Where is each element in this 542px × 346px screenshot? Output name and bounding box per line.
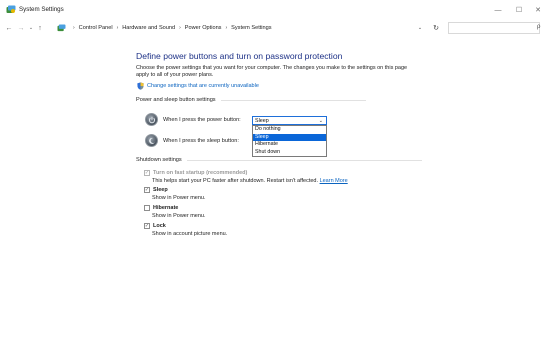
sleep-button-label: When I press the sleep button:	[163, 137, 239, 144]
power-button-icon	[145, 113, 158, 126]
breadcrumb-separator: ›	[179, 25, 181, 31]
breadcrumb-separator: ›	[116, 25, 119, 31]
shutdown-section-title: Shutdown settings	[136, 157, 182, 163]
fast-startup-description-row: This helps start your PC faster after sh…	[152, 178, 348, 184]
page-description: Choose the power settings that you want …	[136, 65, 408, 78]
page-title: Define power buttons and turn on passwor…	[136, 51, 343, 61]
control-panel-small-icon	[57, 24, 66, 32]
fast-startup-description: This helps start your PC faster after sh…	[152, 178, 319, 184]
hibernate-description: Show in Power menu.	[152, 213, 206, 219]
up-arrow-icon[interactable]: ↑	[35, 23, 45, 33]
chevron-down-icon: ⌄	[318, 118, 323, 124]
dropdown-option-hibernate[interactable]: Hibernate	[253, 141, 326, 149]
title-bar: System Settings — ☐ ✕	[0, 0, 542, 20]
power-button-label: When I press the power button:	[163, 116, 241, 123]
power-button-row: When I press the power button:	[145, 113, 241, 126]
address-dropdown-icon[interactable]: ⌄	[416, 24, 424, 32]
window-title: System Settings	[19, 6, 64, 13]
hibernate-label: Hibernate	[153, 205, 179, 211]
lock-row: ✓ Lock	[144, 223, 166, 229]
lock-label: Lock	[153, 223, 166, 229]
sleep-button-row: When I press the sleep button:	[145, 134, 239, 147]
power-button-action-value: Sleep	[255, 117, 269, 124]
search-icon[interactable]: ρ	[537, 24, 542, 32]
breadcrumb-power-options[interactable]: Power Options	[185, 25, 222, 31]
sleep-row: ✓ Sleep	[144, 187, 168, 193]
minimize-button[interactable]: —	[493, 5, 503, 15]
breadcrumb-system-settings[interactable]: System Settings	[231, 25, 271, 31]
breadcrumb-control-panel[interactable]: Control Panel	[79, 25, 113, 31]
close-button[interactable]: ✕	[533, 5, 542, 15]
sleep-label: Sleep	[153, 187, 168, 193]
learn-more-link[interactable]: Learn More	[320, 178, 348, 184]
shutdown-section-heading: Shutdown settings	[136, 156, 422, 164]
power-button-action-dropdown: Do nothing Sleep Hibernate Shut down	[252, 125, 327, 157]
fast-startup-label: Turn on fast startup (recommended)	[153, 170, 248, 176]
fast-startup-row: ✓ Turn on fast startup (recommended)	[144, 170, 247, 176]
maximize-button[interactable]: ☐	[514, 5, 524, 15]
section-divider	[186, 159, 422, 161]
fast-startup-checkbox[interactable]: ✓	[144, 170, 150, 176]
power-button-action-select[interactable]: Sleep ⌄	[252, 116, 327, 125]
hibernate-row: Hibernate	[144, 205, 178, 211]
breadcrumb: › Control Panel › Hardware and Sound › P…	[57, 23, 272, 33]
uac-shield-icon	[137, 82, 144, 90]
hibernate-checkbox[interactable]	[144, 205, 150, 211]
power-section-heading: Power and sleep button settings	[136, 96, 366, 104]
dropdown-option-sleep[interactable]: Sleep	[253, 133, 326, 141]
forward-arrow-icon[interactable]: →	[16, 23, 26, 33]
dropdown-option-shut-down[interactable]: Shut down	[253, 149, 326, 157]
control-panel-icon	[6, 5, 16, 13]
refresh-icon[interactable]: ↻	[431, 23, 441, 33]
power-section-title: Power and sleep button settings	[136, 97, 216, 103]
sleep-checkbox[interactable]: ✓	[144, 187, 150, 193]
search-input[interactable]	[448, 22, 540, 34]
breadcrumb-separator: ›	[73, 25, 75, 31]
breadcrumb-hardware-and-sound[interactable]: Hardware and Sound	[122, 25, 175, 31]
breadcrumb-separator: ›	[225, 25, 228, 31]
lock-description: Show in account picture menu.	[152, 231, 228, 237]
change-settings-link[interactable]: Change settings that are currently unava…	[137, 82, 259, 90]
sleep-description: Show in Power menu.	[152, 195, 206, 201]
section-divider	[220, 99, 366, 101]
change-settings-link-text[interactable]: Change settings that are currently unava…	[147, 83, 259, 89]
lock-checkbox[interactable]: ✓	[144, 223, 150, 229]
dropdown-option-do-nothing[interactable]: Do nothing	[253, 126, 326, 134]
sleep-button-icon	[145, 134, 158, 147]
back-arrow-icon[interactable]: ←	[4, 23, 14, 33]
